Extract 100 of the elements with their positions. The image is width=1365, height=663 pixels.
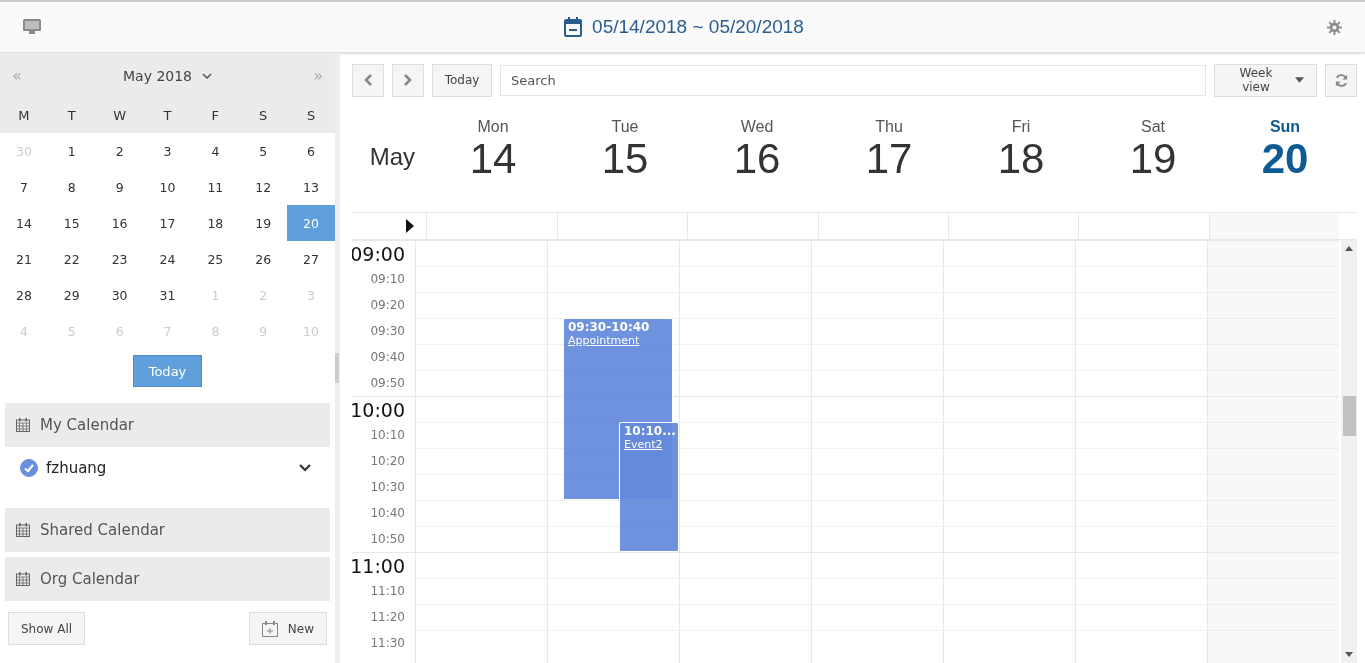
view-dropdown[interactable]: Week view xyxy=(1214,63,1317,97)
day-header[interactable]: Wed 16 xyxy=(691,110,823,200)
day-column[interactable] xyxy=(943,240,1075,663)
date-cell[interactable]: 14 xyxy=(0,205,48,241)
day-column[interactable] xyxy=(1207,240,1339,663)
previous-button[interactable] xyxy=(352,63,384,97)
date-cell[interactable]: 8 xyxy=(47,169,96,205)
event-time: 10:10... xyxy=(624,424,676,438)
time-label: 10:30 xyxy=(370,480,405,494)
calendar-group-header[interactable]: Shared Calendar xyxy=(5,508,330,552)
date-cell[interactable]: 16 xyxy=(95,205,144,241)
time-label: 11:20 xyxy=(370,610,405,624)
caret-icon xyxy=(1295,77,1304,83)
date-cell[interactable]: 7 xyxy=(0,169,48,205)
chevron-right-icon xyxy=(404,74,412,86)
settings-icon[interactable] xyxy=(1327,19,1342,35)
time-label: 10:20 xyxy=(370,454,405,468)
day-header[interactable]: Sun 20 xyxy=(1219,110,1351,200)
calendar-icon xyxy=(16,572,30,586)
time-label: 11:10 xyxy=(370,584,405,598)
weekday-label: F xyxy=(210,108,221,123)
collapse-handle[interactable] xyxy=(335,353,339,383)
chevron-down-icon[interactable] xyxy=(299,464,311,472)
date-cell[interactable]: 22 xyxy=(47,241,96,277)
next-button[interactable] xyxy=(392,63,424,97)
time-label: 10:10 xyxy=(370,428,405,442)
day-header[interactable]: Mon 14 xyxy=(427,110,559,200)
day-header[interactable]: Fri 18 xyxy=(955,110,1087,200)
date-cell[interactable]: 18 xyxy=(191,205,240,241)
month-label: May xyxy=(369,143,415,171)
date-cell[interactable]: 13 xyxy=(287,169,335,205)
day-header[interactable]: Sat 19 xyxy=(1087,110,1219,200)
scroll-up-icon[interactable] xyxy=(1345,246,1353,251)
day-header[interactable]: Thu 17 xyxy=(823,110,955,200)
month-selector[interactable]: May 2018 xyxy=(123,67,212,84)
date-cell[interactable]: 21 xyxy=(0,241,48,277)
time-label: 09:00 xyxy=(352,242,405,265)
scrollbar-thumb[interactable] xyxy=(1343,396,1356,436)
today-button[interactable]: Today xyxy=(432,63,492,97)
calendar-icon xyxy=(564,17,583,37)
date-cell[interactable]: 19 xyxy=(239,205,288,241)
date-cell[interactable]: 29 xyxy=(47,277,96,313)
date-cell[interactable]: 30 xyxy=(95,277,144,313)
time-label: 11:30 xyxy=(370,636,405,650)
date-cell[interactable]: 1 xyxy=(47,133,96,169)
date-cell[interactable]: 27 xyxy=(287,241,335,277)
weekday-label: W xyxy=(112,108,128,123)
check-circle-icon[interactable] xyxy=(20,459,38,477)
date-cell[interactable]: 17 xyxy=(143,205,192,241)
time-label: 10:40 xyxy=(370,506,405,520)
expand-arrow-icon[interactable] xyxy=(406,219,415,233)
date-cell[interactable]: 10 xyxy=(143,169,192,205)
chevron-down-icon xyxy=(202,72,212,79)
scrollbar[interactable] xyxy=(1341,240,1357,663)
calendar-group-header[interactable]: Org Calendar xyxy=(5,557,330,601)
time-label: 10:50 xyxy=(370,532,405,546)
day-column[interactable] xyxy=(679,240,811,663)
day-column[interactable] xyxy=(415,240,547,663)
date-cell[interactable]: 15 xyxy=(47,205,96,241)
chevron-left-icon xyxy=(364,74,372,86)
date-cell[interactable]: 9 xyxy=(95,169,144,205)
time-label: 09:40 xyxy=(370,350,405,364)
date-cell[interactable]: 2 xyxy=(95,133,144,169)
event-time: 09:30-10:40 xyxy=(568,320,650,334)
date-cell[interactable]: 26 xyxy=(239,241,288,277)
time-label: 09:20 xyxy=(370,298,405,312)
time-label: 09:10 xyxy=(370,272,405,286)
date-cell[interactable]: 31 xyxy=(143,277,192,313)
date-cell[interactable]: 25 xyxy=(191,241,240,277)
show-all-button[interactable]: Show All xyxy=(8,612,86,645)
calendar-name: fzhuang xyxy=(46,459,108,477)
date-range-title: 05/14/2018 ~ 05/20/2018 xyxy=(592,16,804,38)
date-cell[interactable]: 5 xyxy=(239,133,288,169)
weekday-label: S xyxy=(305,108,317,123)
day-column[interactable] xyxy=(811,240,943,663)
time-label: 09:50 xyxy=(370,376,405,390)
refresh-button[interactable] xyxy=(1325,63,1357,97)
date-cell[interactable]: 12 xyxy=(239,169,288,205)
date-cell[interactable]: 4 xyxy=(191,133,240,169)
weekday-label: S xyxy=(258,108,269,123)
date-cell[interactable]: 6 xyxy=(287,133,335,169)
time-label: 10:00 xyxy=(352,398,405,421)
weekday-label: T xyxy=(66,108,77,123)
date-cell[interactable]: 28 xyxy=(0,277,48,313)
calendar-icon xyxy=(16,523,30,537)
calendar-plus-icon xyxy=(261,620,278,637)
calendar-group-header[interactable]: My Calendar xyxy=(5,403,330,447)
weekday-label: M xyxy=(17,108,31,123)
date-cell[interactable]: 23 xyxy=(95,241,144,277)
search-field[interactable]: Search xyxy=(500,64,1206,96)
monitor-icon[interactable] xyxy=(23,19,41,35)
time-label: 11:00 xyxy=(352,554,405,577)
calendar-icon xyxy=(16,418,30,432)
date-cell[interactable]: 3 xyxy=(143,133,192,169)
new-button[interactable]: New xyxy=(248,612,327,645)
date-cell[interactable]: 11 xyxy=(191,169,240,205)
day-header[interactable]: Tue 15 xyxy=(559,110,691,200)
scroll-down-icon[interactable] xyxy=(1345,652,1353,657)
weekday-label: T xyxy=(162,108,173,123)
date-cell[interactable]: 24 xyxy=(143,241,192,277)
